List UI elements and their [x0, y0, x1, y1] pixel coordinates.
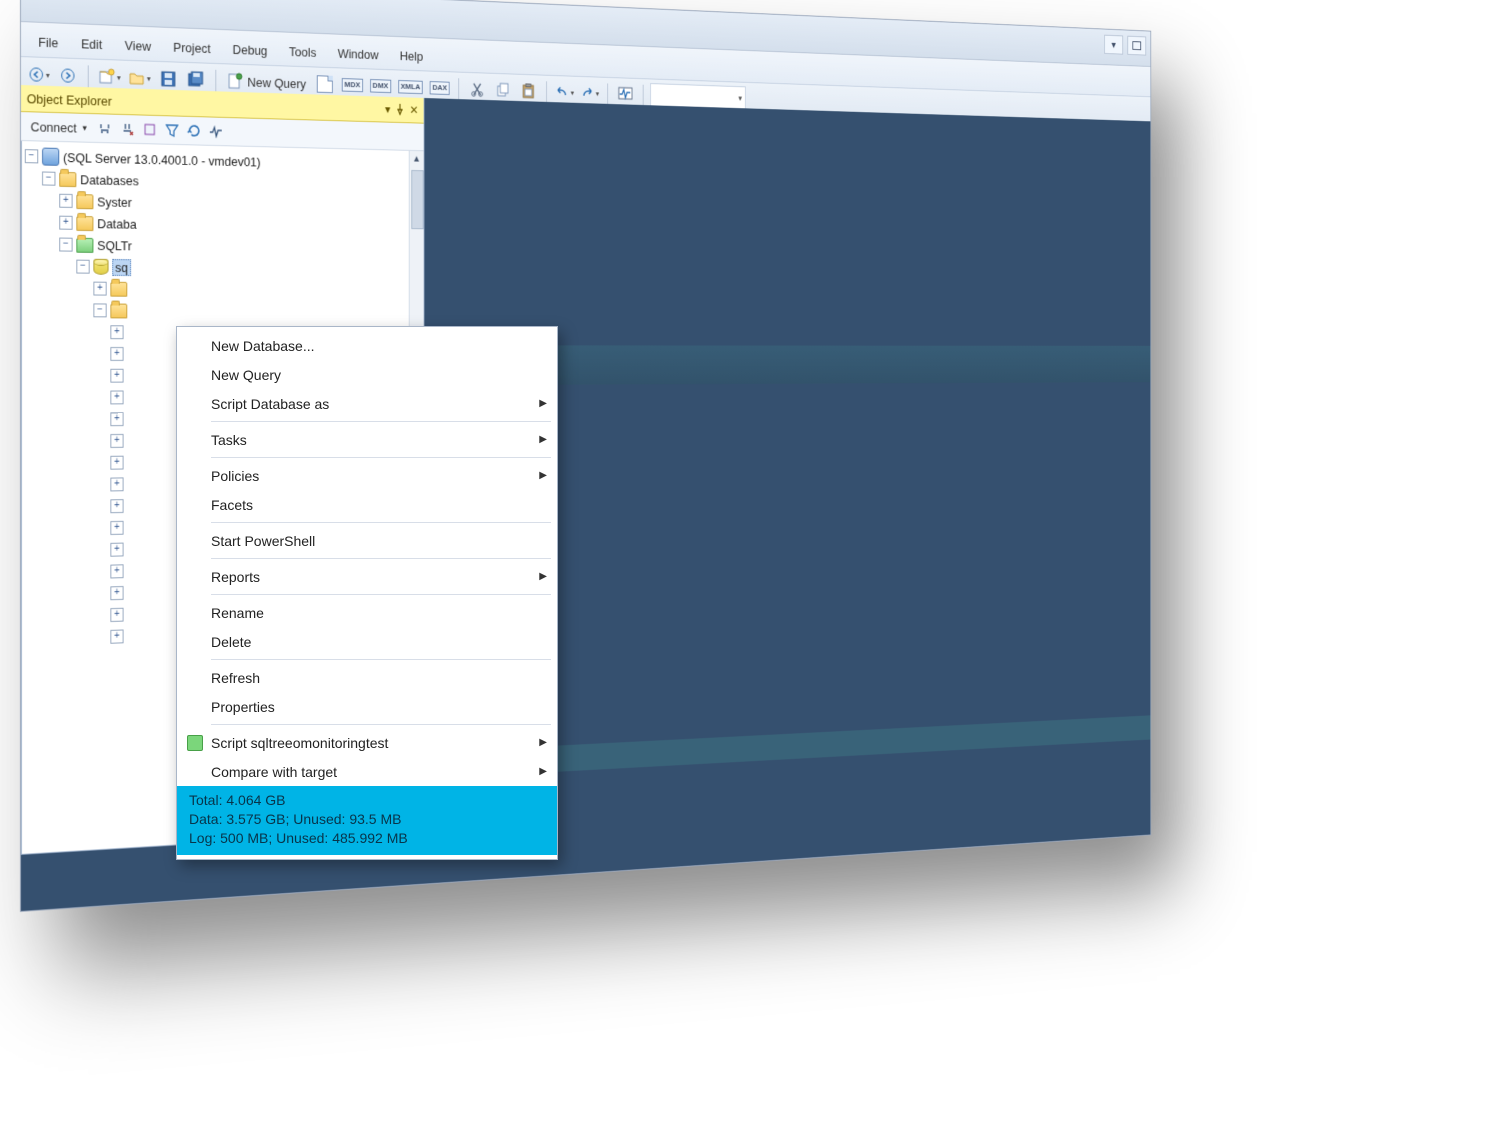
ctx-script-sqltreeo[interactable]: Script sqltreeomonitoringtest ▶: [177, 728, 557, 757]
connect-button[interactable]: Connect▾: [27, 117, 91, 138]
ctx-properties[interactable]: Properties: [177, 692, 557, 721]
folder-icon: [110, 303, 127, 318]
folder-icon: [110, 281, 127, 296]
filter-icon[interactable]: [164, 121, 181, 139]
new-project-button[interactable]: ▾: [96, 65, 122, 90]
folder-icon: [59, 171, 76, 186]
disconnect-icon[interactable]: [96, 119, 113, 137]
submenu-arrow-icon: ▶: [539, 766, 547, 777]
open-button[interactable]: ▾: [126, 66, 152, 91]
redo-button[interactable]: ▾: [579, 82, 601, 105]
dmx-query-button[interactable]: DMX: [368, 74, 392, 98]
ctx-refresh[interactable]: Refresh: [177, 663, 557, 692]
panel-dropdown-icon[interactable]: ▾: [385, 102, 390, 116]
ctx-rename[interactable]: Rename: [177, 598, 557, 627]
mdx-query-button[interactable]: MDX: [340, 73, 365, 97]
server-icon: [42, 148, 59, 166]
ctx-policies[interactable]: Policies▶: [177, 461, 557, 490]
nav-forward-button[interactable]: [55, 63, 80, 88]
save-button[interactable]: [156, 67, 180, 91]
copy-button[interactable]: [492, 78, 514, 101]
window-maximize-icon[interactable]: [1127, 36, 1146, 56]
ctx-new-query[interactable]: New Query: [177, 360, 557, 389]
script-file-button[interactable]: [313, 72, 336, 96]
menu-window[interactable]: Window: [327, 43, 389, 65]
sqltreeo-icon: [187, 735, 203, 751]
ctx-separator: [211, 659, 551, 660]
submenu-arrow-icon: ▶: [539, 398, 547, 409]
menu-file[interactable]: File: [27, 31, 70, 54]
new-query-button[interactable]: New Query: [224, 72, 310, 92]
ctx-storage-stats: Total: 4.064 GB Data: 3.575 GB; Unused: …: [177, 786, 557, 855]
stats-total: Total: 4.064 GB: [189, 791, 549, 810]
activity-icon[interactable]: [208, 122, 225, 140]
submenu-arrow-icon: ▶: [539, 737, 547, 748]
submenu-arrow-icon: ▶: [539, 434, 547, 445]
toolbar-separator: [215, 70, 216, 92]
toolbar-separator: [546, 81, 547, 102]
panel-pin-icon[interactable]: [396, 104, 405, 116]
folder-icon: [76, 237, 93, 252]
ctx-script-database-as[interactable]: Script Database as▶: [177, 389, 557, 418]
ctx-facets[interactable]: Facets: [177, 490, 557, 519]
disconnect2-icon[interactable]: [119, 120, 136, 138]
ctx-separator: [211, 457, 551, 458]
ctx-separator: [211, 594, 551, 595]
toolbar-separator: [88, 65, 89, 87]
tree-node[interactable]: −: [25, 299, 420, 322]
ctx-tasks[interactable]: Tasks▶: [177, 425, 557, 454]
stats-data: Data: 3.575 GB; Unused: 93.5 MB: [189, 810, 549, 829]
folder-icon: [76, 215, 93, 230]
folder-icon: [76, 194, 93, 209]
menu-view[interactable]: View: [114, 35, 163, 58]
activity-monitor-button[interactable]: [615, 83, 636, 106]
submenu-arrow-icon: ▶: [539, 571, 547, 582]
menu-edit[interactable]: Edit: [70, 33, 114, 55]
save-all-button[interactable]: [184, 68, 208, 92]
menu-tools[interactable]: Tools: [278, 41, 327, 63]
scroll-up-icon[interactable]: ▲: [410, 151, 424, 167]
ctx-separator: [211, 522, 551, 523]
toolbar-separator: [607, 83, 608, 103]
ctx-start-powershell[interactable]: Start PowerShell: [177, 526, 557, 555]
quicklaunch-dropdown[interactable]: ▾: [1104, 35, 1123, 55]
undo-button[interactable]: ▾: [554, 81, 576, 104]
submenu-arrow-icon: ▶: [539, 470, 547, 481]
stop-icon[interactable]: [141, 120, 158, 138]
menu-debug[interactable]: Debug: [222, 39, 279, 62]
database-icon: [93, 259, 108, 275]
toolbar-separator: [458, 78, 459, 99]
ctx-delete[interactable]: Delete: [177, 627, 557, 656]
refresh-icon[interactable]: [186, 122, 203, 140]
ctx-separator: [211, 421, 551, 422]
panel-title: Object Explorer: [27, 91, 112, 109]
stats-log: Log: 500 MB; Unused: 485.992 MB: [189, 829, 549, 848]
panel-close-icon[interactable]: ✕: [410, 103, 419, 117]
ctx-separator: [211, 558, 551, 559]
paste-button[interactable]: [517, 79, 539, 102]
ctx-new-database[interactable]: New Database...: [177, 331, 557, 360]
ctx-compare-target[interactable]: Compare with target▶: [177, 757, 557, 786]
menu-help[interactable]: Help: [389, 45, 433, 67]
xmla-query-button[interactable]: XMLA: [396, 75, 425, 99]
tree-node[interactable]: +: [25, 277, 420, 301]
ctx-reports[interactable]: Reports▶: [177, 562, 557, 591]
context-menu: New Database... New Query Script Databas…: [176, 326, 558, 860]
nav-back-button[interactable]: ▾: [27, 62, 52, 87]
cut-button[interactable]: [466, 78, 488, 101]
dax-query-button[interactable]: DAX: [428, 76, 451, 100]
toolbar-separator: [643, 85, 644, 105]
menu-project[interactable]: Project: [162, 36, 221, 59]
ctx-separator: [211, 724, 551, 725]
scroll-thumb[interactable]: [411, 170, 423, 229]
